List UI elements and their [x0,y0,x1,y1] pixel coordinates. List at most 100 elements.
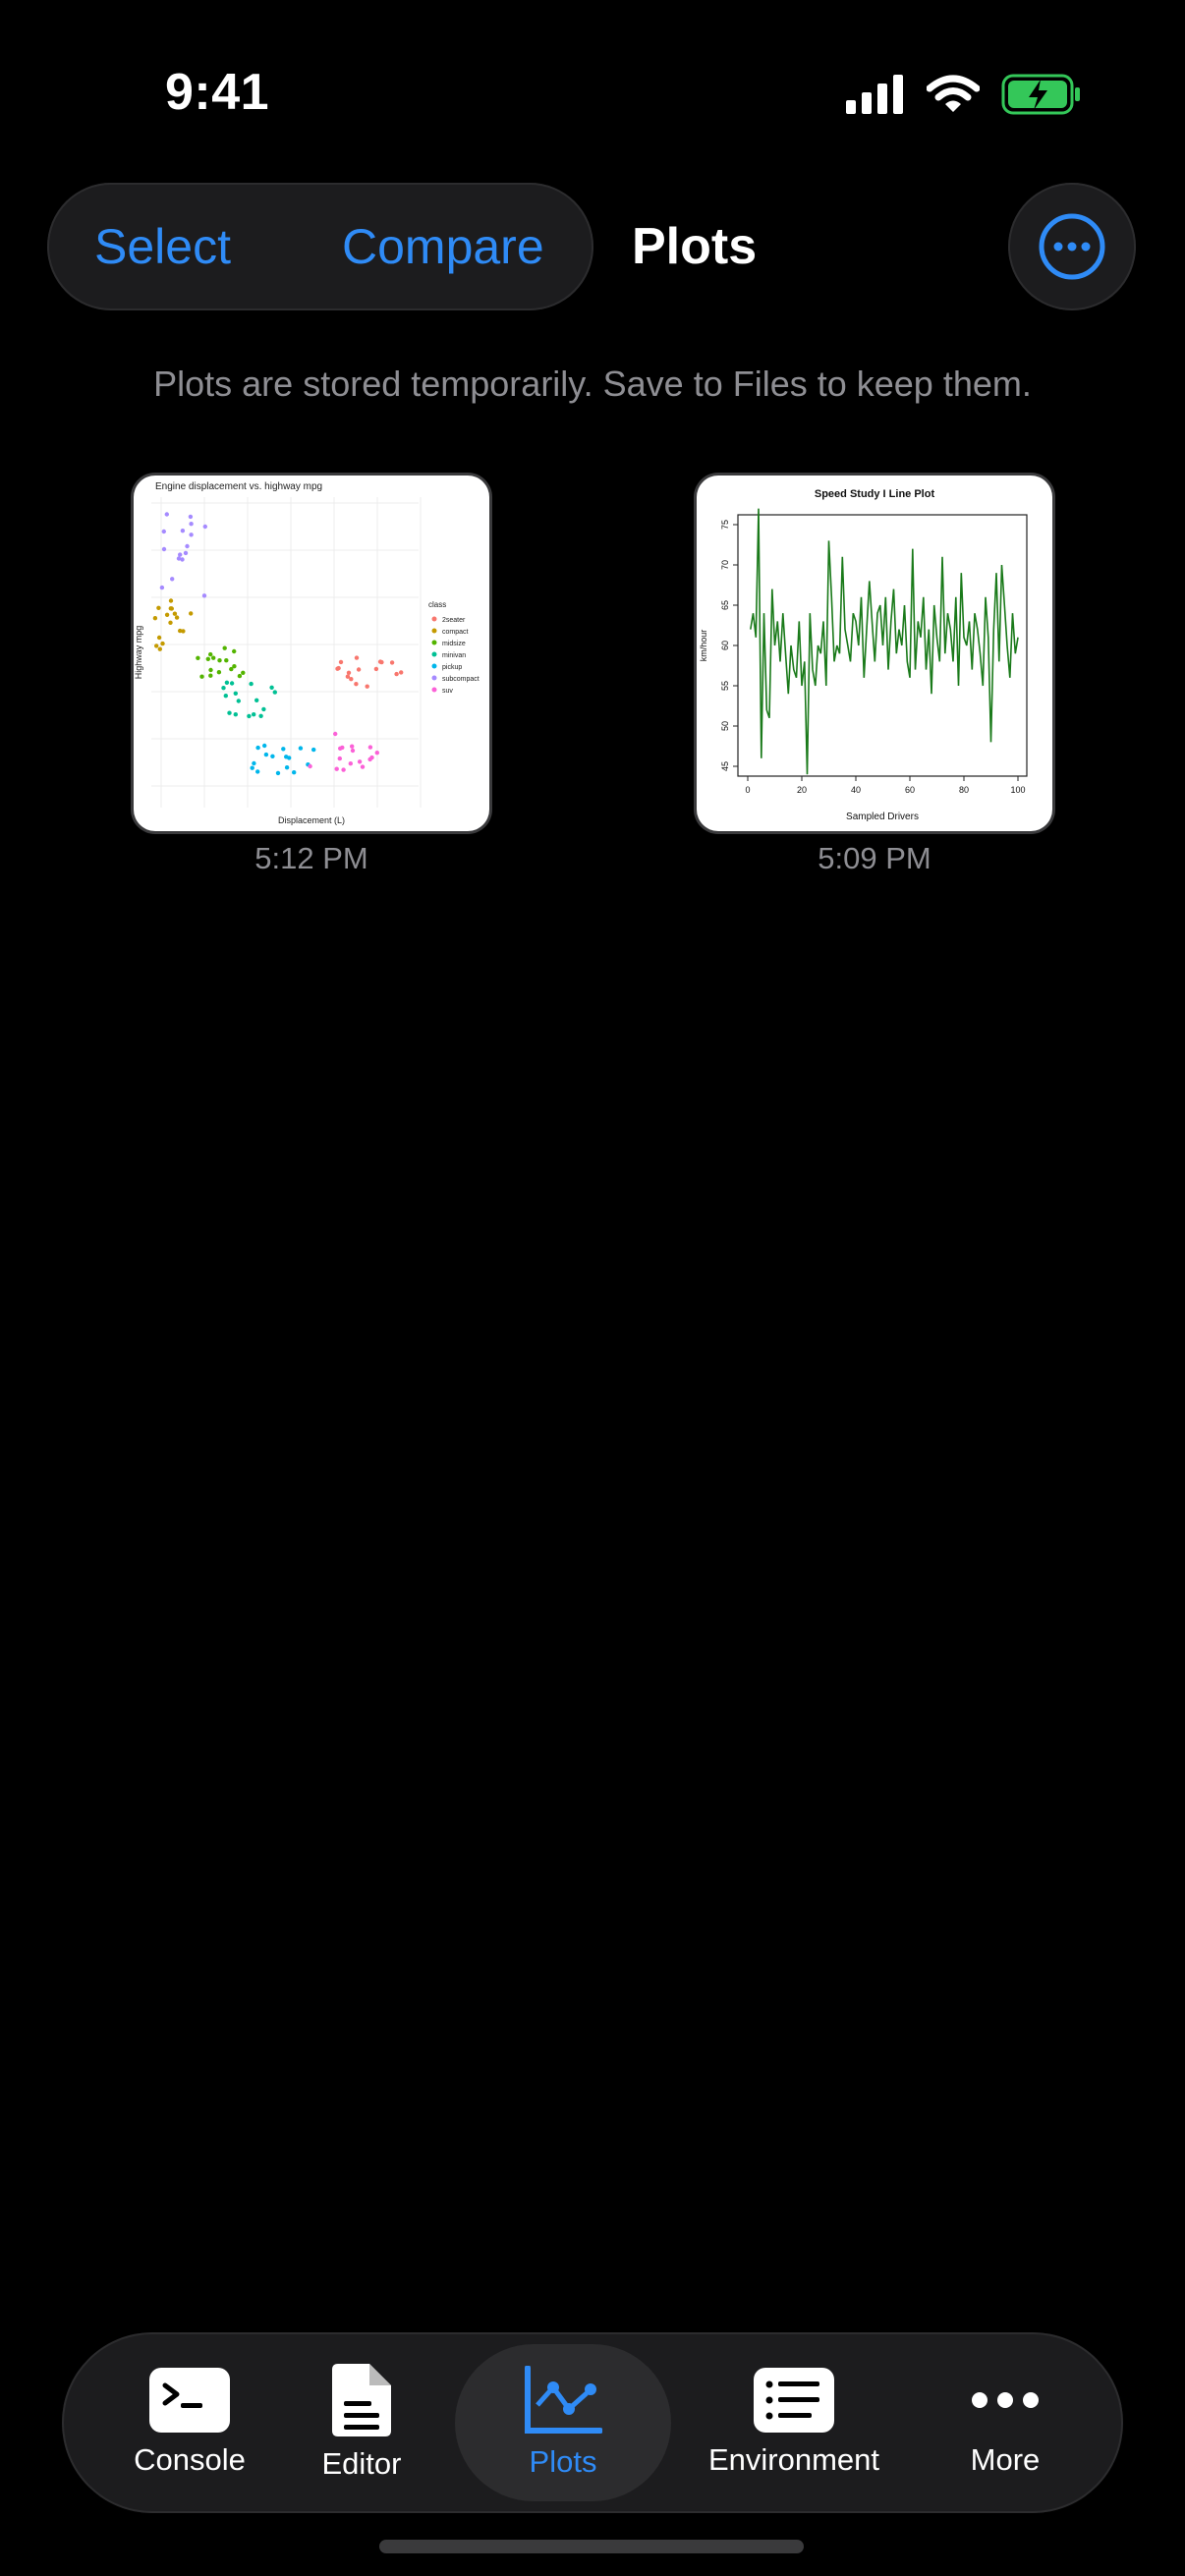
x-tick-label: 20 [797,785,807,795]
scatter-point [196,655,200,660]
compare-button[interactable]: Compare [342,183,544,310]
scatter-point [221,686,226,691]
scatter-point [311,747,316,753]
legend-label: subcompact [442,676,480,683]
scatter-point [161,546,167,552]
tab-console[interactable]: Console [101,2332,278,2513]
scatter-point [367,756,372,762]
y-tick-label: 70 [720,560,730,570]
scatter-point [152,616,158,621]
plot-timestamp: 5:12 PM [254,841,368,875]
scatter-point [180,529,186,533]
scatter-point [189,532,194,537]
scatter-point [350,744,355,749]
scatter-point [217,658,222,663]
x-tick-label: 100 [1010,785,1025,795]
legend-label: compact [442,629,469,636]
scatter-point [389,660,395,665]
battery-charging-icon [1001,74,1080,115]
chart-title: Speed Study I Line Plot [815,488,935,500]
legend-label: suv [442,688,453,695]
scatter-point [202,524,207,530]
y-tick-label: 50 [720,721,730,731]
scatter-point [348,761,353,766]
scatter-point [224,658,229,663]
scatter-point [275,770,281,776]
plot-timestamp: 5:09 PM [818,841,931,875]
legend-swatch [431,651,437,657]
scatter-point [338,659,344,665]
scatter-point [338,746,343,751]
scatter-point [229,666,234,672]
scatter-point [233,691,238,696]
scatter-point [270,754,275,758]
scatter-chart: Engine displacement vs. highway mpg Disp… [134,481,480,825]
scatter-point [258,713,263,718]
y-tick-label: 55 [720,681,730,691]
line-chart: Speed Study I Line Plot 0 20 40 60 80 100 45 50… [699,488,1028,822]
select-button[interactable]: Select [94,183,231,310]
scatter-point [223,694,228,699]
scatter-point [178,552,183,557]
scatter-point [156,635,162,641]
scatter-point [249,681,254,687]
x-tick-label: 0 [745,785,750,795]
scatter-point [208,667,213,673]
scatter-point [333,731,338,737]
list-icon [754,2368,834,2433]
scatter-point [176,556,182,561]
legend-swatch [431,687,437,693]
legend-label: pickup [442,664,462,671]
scatter-point [346,670,352,675]
scatter-point [174,615,180,620]
ellipsis-icon [972,2392,1039,2408]
scatter-point [233,712,238,717]
scatter-point [241,670,246,675]
scatter-point [211,655,216,660]
y-tick-label: 65 [720,600,730,610]
scatter-point [208,673,213,678]
tab-more[interactable]: More [927,2332,1084,2513]
scatter-point [229,681,235,686]
legend-swatch [431,616,437,622]
ellipsis-circle-icon [1039,213,1105,280]
tab-editor[interactable]: Editor [288,2332,435,2513]
scatter-point [157,646,162,651]
more-options-button[interactable] [1008,183,1136,310]
plot-thumbnail-line[interactable]: Speed Study I Line Plot 0 20 40 60 80 100 45 50… [697,476,1052,831]
scatter-point [269,685,274,690]
scatter-point [334,766,339,771]
scatter-point [224,680,230,685]
scatter-point [394,671,399,677]
plot-thumbnail-scatter[interactable]: Engine displacement vs. highway mpg Disp… [134,476,489,831]
tab-label: Environment [707,2442,880,2477]
tab-environment[interactable]: Environment [681,2332,907,2513]
scatter-point [232,648,237,654]
scatter-point [237,673,243,679]
y-tick-label: 45 [720,761,730,771]
scatter-point [374,751,379,756]
y-tick-label: 60 [720,641,730,650]
scatter-point [205,656,210,661]
status-time: 9:41 [165,64,270,121]
scatter-point [284,755,289,759]
home-indicator [379,2540,804,2553]
document-icon [332,2364,391,2436]
scatter-point [216,670,222,675]
scatter-point [222,645,227,650]
scatter-point [156,605,161,610]
scatter-point [255,769,260,774]
page-title: Plots [632,218,758,275]
scatter-point [349,677,354,682]
toolbar-pill: Select Compare [47,183,593,310]
legend-title: class [428,600,446,609]
scatter-point [298,746,304,751]
legend-label: 2seater [442,617,466,624]
tab-plots[interactable]: Plots [455,2332,671,2513]
x-tick-label: 40 [851,785,861,795]
cellular-signal-icon [846,75,903,114]
legend-swatch [431,663,437,669]
scatter-point [373,666,379,672]
scatter-point [160,641,165,646]
scatter-point [250,765,254,770]
